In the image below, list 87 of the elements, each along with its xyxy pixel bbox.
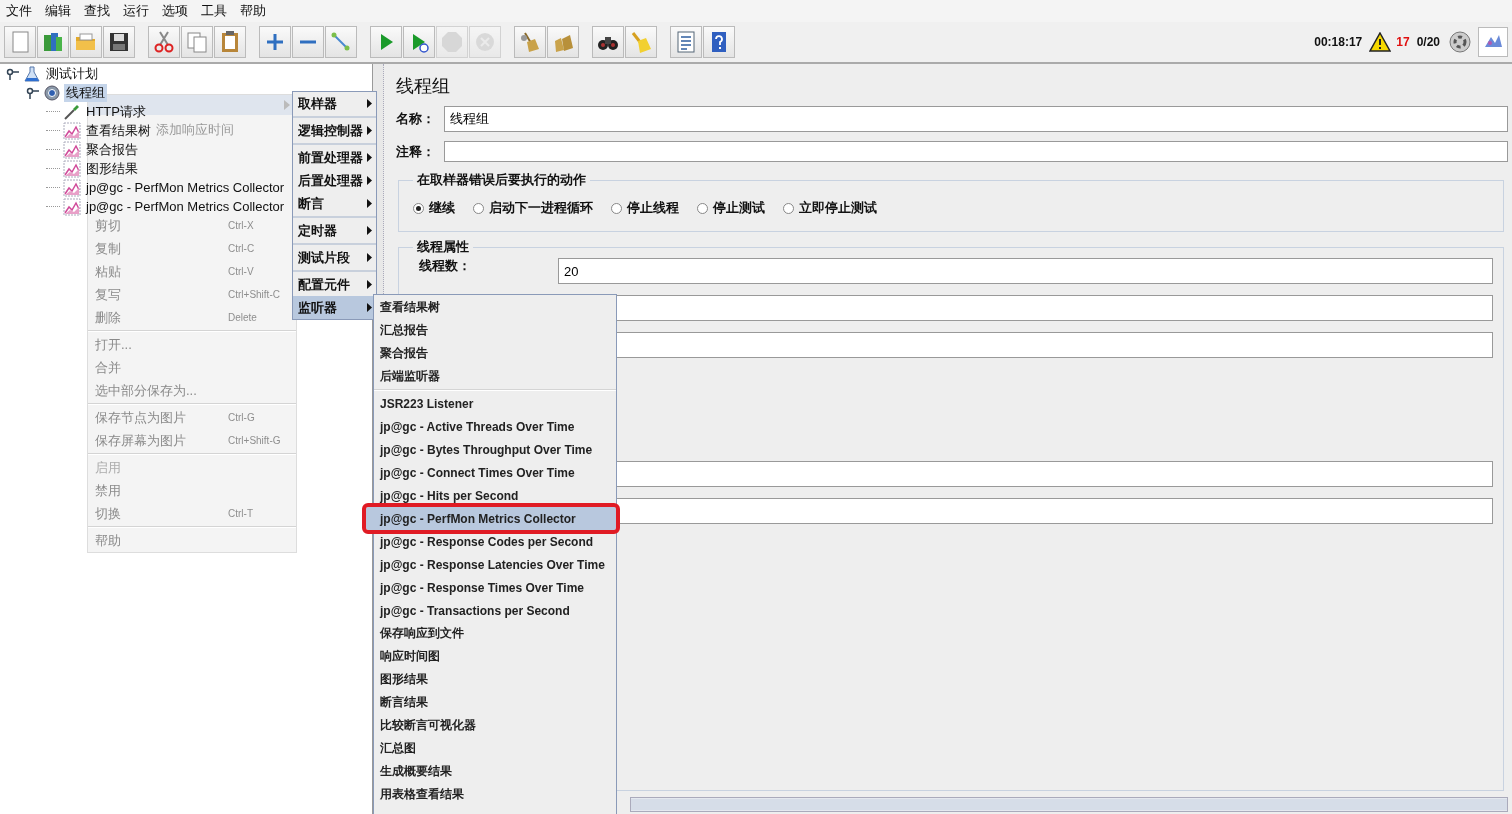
radio-label[interactable]: 启动下一进程循环 — [489, 199, 593, 217]
menu-item[interactable]: 生成概要结果 — [374, 760, 616, 783]
tree-item[interactable]: 线程组 — [64, 83, 107, 102]
status-circle-icon — [1449, 31, 1471, 53]
gear-icon — [43, 83, 61, 102]
menu-item[interactable]: jp@gc - Response Codes per Second — [374, 530, 616, 553]
expand-handle-icon[interactable] — [6, 66, 20, 81]
tree-item[interactable]: 查看结果树 — [84, 121, 153, 140]
field-label: 线程数： — [418, 259, 472, 273]
menu-item[interactable]: 选项 — [162, 2, 188, 20]
tree-item[interactable]: jp@gc - PerfMon Metrics Collector — [84, 199, 287, 214]
menu-item[interactable]: 查找 — [84, 2, 110, 20]
menu-item[interactable]: 文件 — [6, 2, 32, 20]
chart-icon — [63, 178, 81, 197]
menu-item[interactable]: 后端监听器 — [374, 365, 616, 388]
menu-item[interactable]: 编辑 — [45, 2, 71, 20]
tree-item[interactable]: HTTP请求 — [84, 102, 148, 121]
menu-item[interactable]: 帮助 — [240, 2, 266, 20]
radio-button[interactable] — [413, 202, 424, 214]
menu-item[interactable]: 逻辑控制器 — [293, 119, 376, 142]
chart-icon — [63, 140, 81, 159]
menu-item[interactable]: 工具 — [201, 2, 227, 20]
panel-title: 线程组 — [396, 75, 451, 98]
menu-item[interactable]: 用表格查看结果 — [374, 783, 616, 806]
menu-item[interactable]: 前置处理器 — [293, 146, 376, 169]
menu-item[interactable]: 后置处理器 — [293, 169, 376, 192]
menu-item[interactable]: 定时器 — [293, 219, 376, 242]
scrollbar[interactable] — [630, 797, 1508, 812]
expand-handle-icon[interactable] — [26, 85, 40, 100]
menu-item[interactable]: 聚合报告 — [374, 342, 616, 365]
menu-item[interactable]: 比较断言可视化器 — [374, 714, 616, 737]
menu-item[interactable]: jp@gc - Bytes Throughput Over Time — [374, 438, 616, 461]
menu-item[interactable]: jp@gc - Response Times Over Time — [374, 576, 616, 599]
tree-item[interactable]: jp@gc - PerfMon Metrics Collector — [84, 180, 287, 195]
field-label: 注释： — [396, 142, 436, 161]
radio-label[interactable]: 停止线程 — [627, 199, 679, 217]
elapsed-time: 00:18:17 — [1314, 35, 1363, 49]
chart-icon — [63, 159, 81, 178]
copy-icon — [184, 29, 210, 55]
tree-item[interactable]: 测试计划 — [44, 64, 100, 83]
menu-item[interactable]: 汇总报告 — [374, 319, 616, 342]
menu-item[interactable]: 测试片段 — [293, 246, 376, 269]
menu-item[interactable]: jp@gc - Connect Times Over Time — [374, 461, 616, 484]
chart-icon — [63, 197, 81, 216]
group-title: 在取样器错误后要执行的动作 — [416, 171, 587, 189]
thread-count: 0/20 — [1416, 35, 1440, 49]
menu-item[interactable]: 断言 — [293, 192, 376, 215]
radio-button[interactable] — [783, 202, 794, 214]
thread-count-field[interactable]: 20 — [558, 258, 1493, 284]
menu-item[interactable]: 断言结果 — [374, 691, 616, 714]
tree-item[interactable]: 聚合报告 — [84, 140, 140, 159]
comment-field[interactable] — [444, 141, 1508, 162]
radio-label[interactable]: 停止测试 — [713, 199, 765, 217]
log-viewer-button[interactable] — [1478, 27, 1508, 57]
menu-item[interactable]: jp@gc - Transactions per Second — [374, 599, 616, 622]
warning-icon — [1369, 32, 1392, 52]
menu-item[interactable]: jp@gc - Hits per Second — [374, 484, 616, 507]
minus-icon — [299, 39, 317, 45]
radio-button[interactable] — [611, 202, 622, 214]
menu-item[interactable]: 响应时间图 — [374, 645, 616, 668]
menu-item[interactable]: 图形结果 — [374, 668, 616, 691]
flask-icon — [23, 64, 41, 83]
radio-label[interactable]: 立即停止测试 — [799, 199, 877, 217]
menu-item[interactable]: JSR223 Listener — [374, 392, 616, 415]
tree-item[interactable]: 图形结果 — [84, 159, 140, 178]
toolbar-button[interactable] — [592, 26, 624, 58]
menu-item[interactable]: jp@gc - Response Latencies Over Time — [374, 553, 616, 576]
menu-item[interactable]: 监听器 — [293, 296, 376, 319]
pipette-icon — [63, 102, 81, 121]
stop-icon — [439, 29, 465, 55]
toolbar-button[interactable] — [103, 26, 135, 58]
menu-item[interactable]: 运行 — [123, 2, 149, 20]
name-field[interactable]: 线程组 — [444, 106, 1508, 132]
menu-item[interactable]: jp@gc - Active Threads Over Time — [374, 415, 616, 438]
menu-item[interactable]: 汇总图 — [374, 737, 616, 760]
menu-item[interactable]: 配置元件 — [293, 273, 376, 296]
submenu-arrow-icon — [284, 100, 290, 110]
radio-label[interactable]: 继续 — [429, 199, 455, 217]
menu-item[interactable]: 查看结果树 — [374, 296, 616, 319]
field-label: 名称： — [396, 110, 436, 128]
menu-item[interactable]: 取样器 — [293, 92, 376, 115]
chart-icon — [63, 121, 81, 140]
group-title: 线程属性 — [416, 238, 470, 256]
radio-button[interactable] — [473, 202, 484, 214]
menu-item[interactable]: 保存响应到文件 — [374, 622, 616, 645]
radio-button[interactable] — [697, 202, 708, 214]
error-count: 17 — [1396, 35, 1410, 49]
